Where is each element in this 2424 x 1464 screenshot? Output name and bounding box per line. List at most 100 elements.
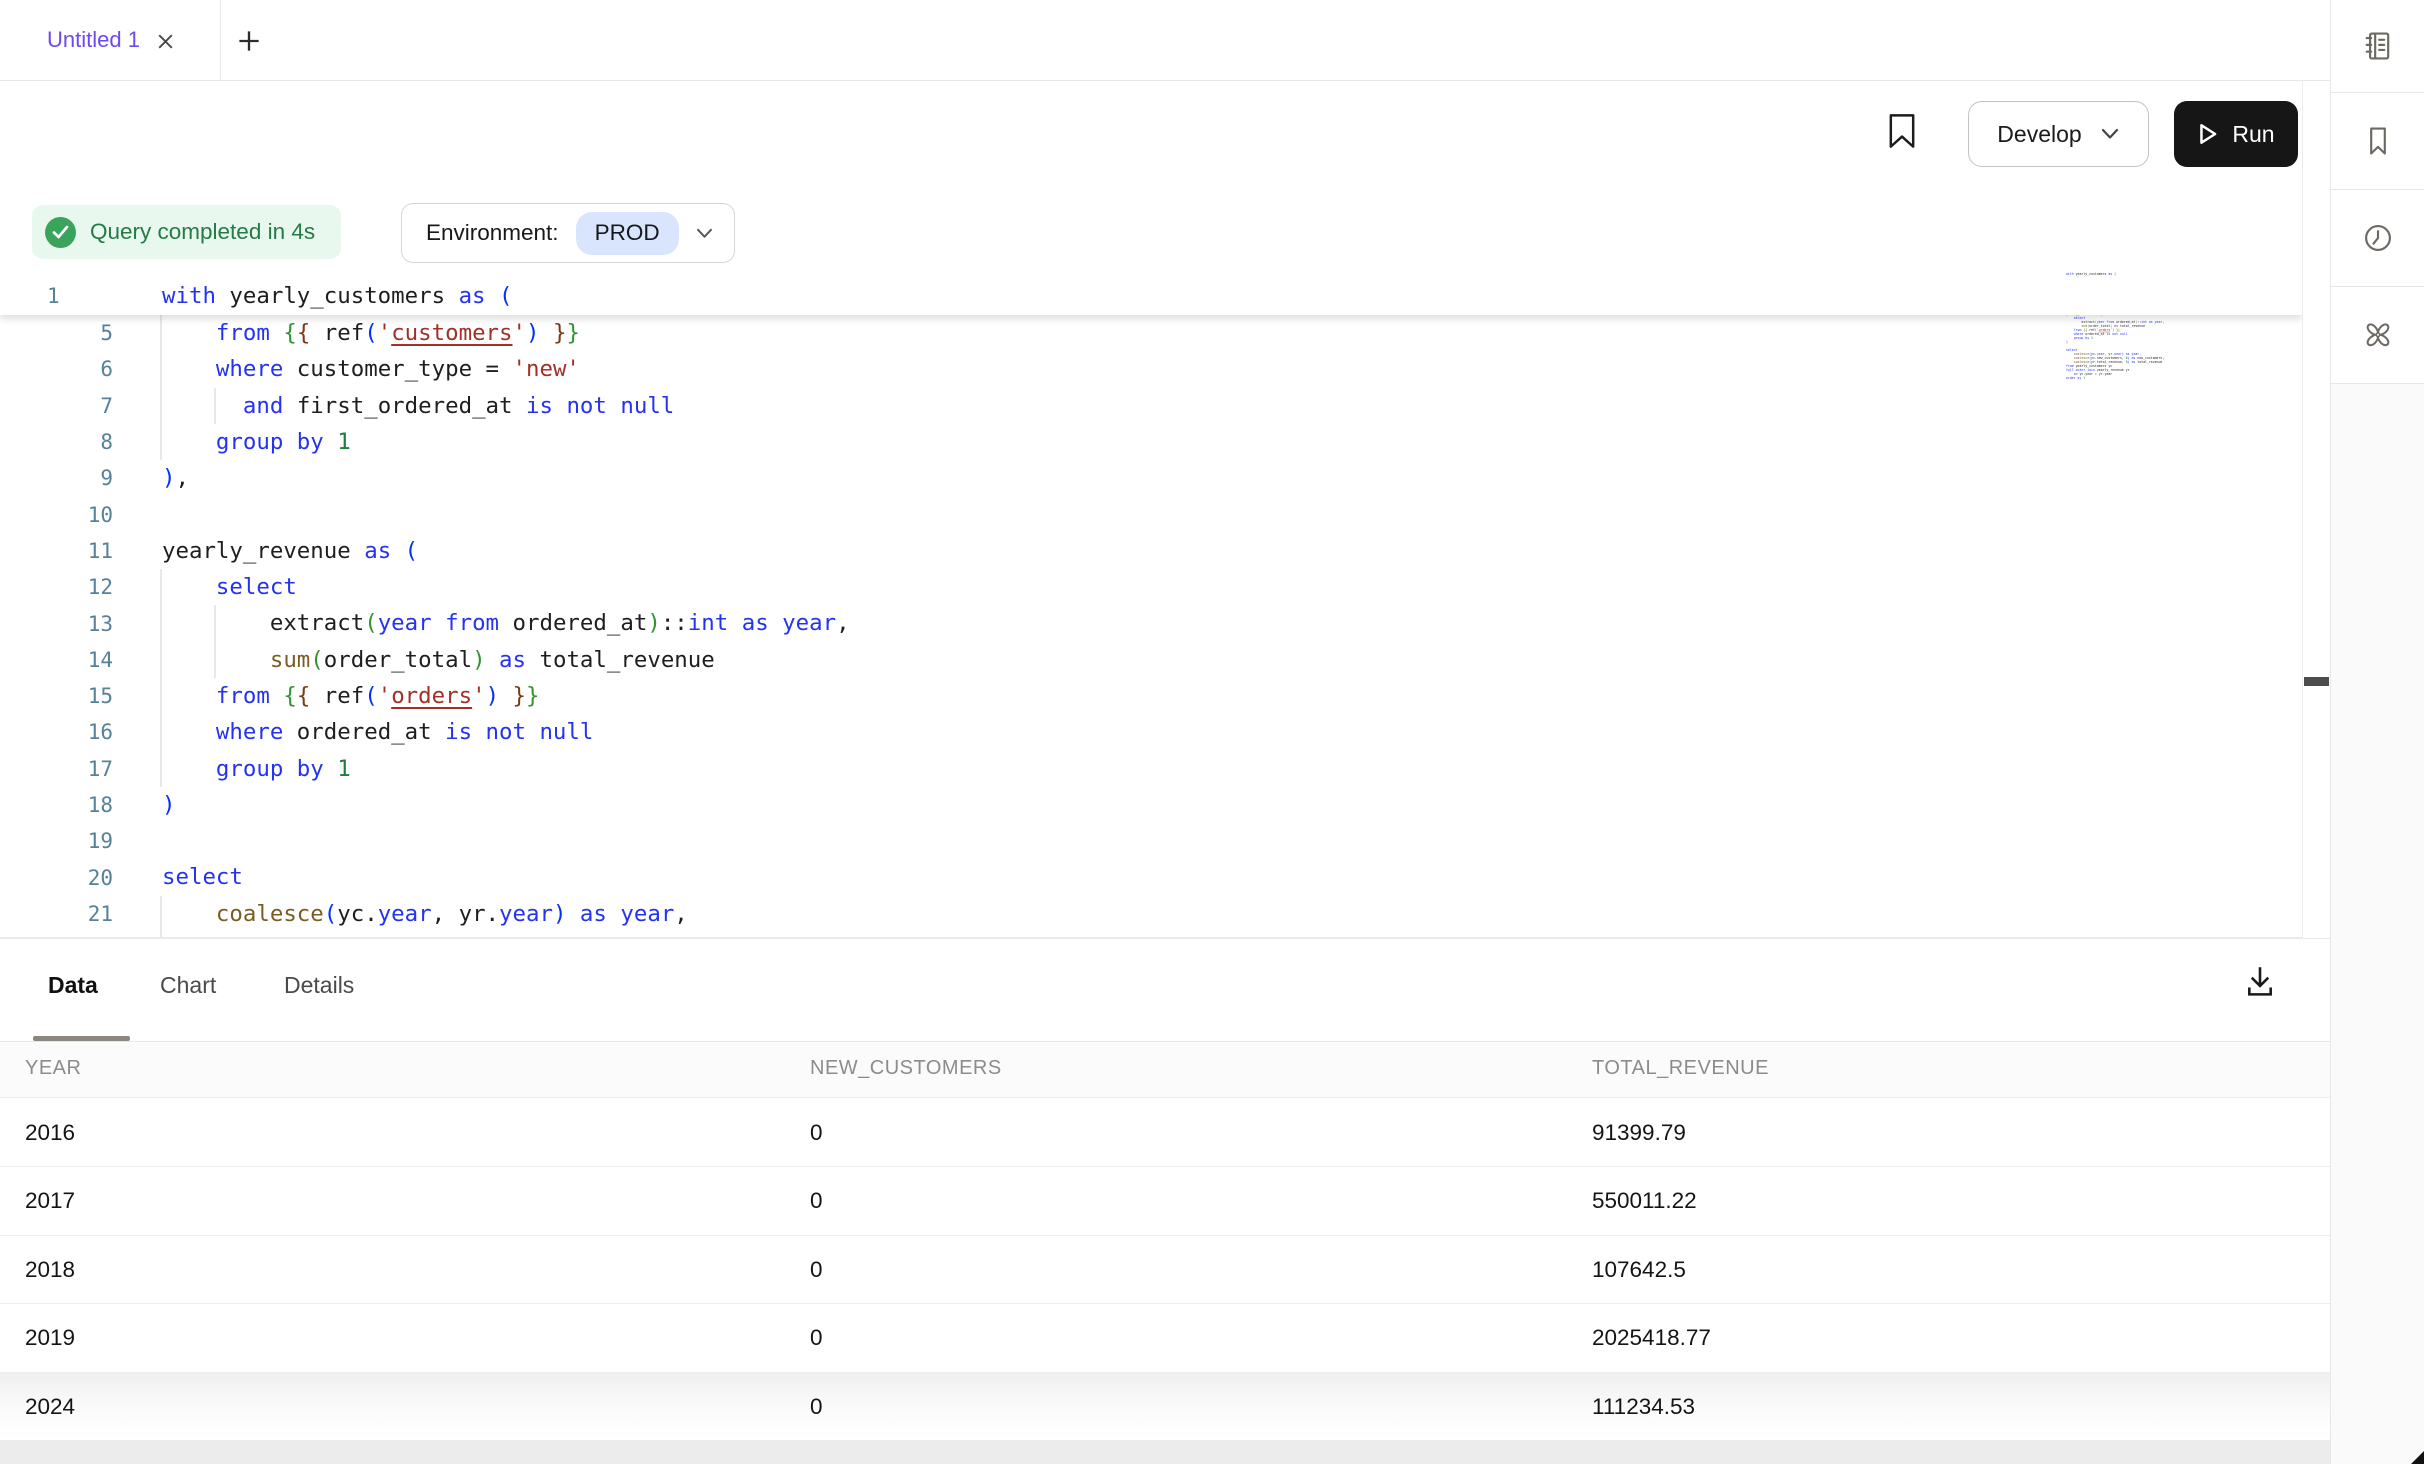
indent-guide [214, 388, 216, 424]
code-text: select [162, 859, 243, 895]
code-text: sum(order_total) as total_revenue [162, 642, 715, 678]
sticky-scroll-line[interactable]: 1with yearly_customers as ( [0, 277, 2302, 315]
line-number: 13 [0, 612, 135, 636]
sidebar-item-bookmarks[interactable] [2331, 93, 2424, 190]
chevron-down-icon [2100, 127, 2120, 141]
code-line[interactable]: 10 [0, 496, 2302, 532]
table-row: 20180107642.5 [0, 1236, 2330, 1305]
line-number: 12 [0, 575, 135, 599]
results-tab-bar: Data Chart Details [0, 948, 2330, 1042]
code-text: yearly_revenue as ( [162, 533, 418, 569]
code-line[interactable]: 16 where ordered_at is not null [0, 714, 2302, 750]
tab-bar: Untitled 1 [0, 0, 2330, 81]
sidebar-item-notebook[interactable] [2331, 0, 2424, 93]
environment-label: Environment: [426, 220, 559, 246]
code-line[interactable]: 5 from {{ ref('customers') }} [0, 315, 2302, 351]
tab-label: Untitled 1 [47, 27, 140, 53]
develop-dropdown[interactable]: Develop [1968, 101, 2149, 167]
minimap-line: order by 1 [2066, 376, 2216, 380]
indent-guide [160, 569, 162, 787]
code-line[interactable]: 21 coalesce(yc.year, yr.year) as year, [0, 896, 2302, 932]
line-number: 14 [0, 648, 135, 672]
table-cell: 550011.22 [1592, 1167, 1697, 1236]
code-line[interactable]: 15 from {{ ref('orders') }} [0, 678, 2302, 714]
line-number: 18 [0, 793, 135, 817]
environment-selector[interactable]: Environment: PROD [401, 203, 735, 263]
code-line[interactable]: 7 and first_ordered_at is not null [0, 388, 2302, 424]
table-cell: 2018 [25, 1236, 75, 1305]
query-status-badge: Query completed in 4s [32, 205, 341, 259]
code-line[interactable]: 20 select [0, 859, 2302, 895]
bookmark-query-button[interactable] [1886, 112, 1920, 152]
line-number: 11 [0, 539, 135, 563]
line-number: 8 [0, 430, 135, 454]
indent-guide [160, 315, 162, 460]
code-line[interactable]: 17 group by 1 [0, 751, 2302, 787]
success-check-icon [45, 217, 76, 248]
table-row: 20170550011.22 [0, 1167, 2330, 1236]
download-results-button[interactable] [2240, 962, 2280, 1002]
line-number: 1 [0, 284, 135, 308]
code-text: extract(year from ordered_at)::int as ye… [162, 605, 850, 641]
indent-guide [160, 896, 162, 938]
develop-label: Develop [1997, 121, 2081, 148]
line-number: 21 [0, 902, 135, 926]
code-line[interactable]: 19 [0, 823, 2302, 859]
code-line[interactable]: 18) [0, 787, 2302, 823]
tab-untitled-1[interactable]: Untitled 1 [0, 0, 221, 80]
table-cell: 0 [810, 1304, 823, 1373]
line-number: 20 [0, 866, 135, 890]
notebook-icon [2361, 29, 2395, 63]
code-text: where customer_type = 'new' [162, 351, 580, 387]
run-button[interactable]: Run [2174, 101, 2298, 167]
tab-details[interactable]: Details [284, 972, 354, 999]
sql-editor[interactable]: 5 from {{ ref('customers') }}6 where cus… [0, 277, 2302, 938]
code-text: where ordered_at is not null [162, 714, 593, 750]
window-resize-corner [2411, 1451, 2424, 1464]
code-lines[interactable]: 5 from {{ ref('customers') }}6 where cus… [0, 315, 2302, 938]
code-line[interactable]: 12 select [0, 569, 2302, 605]
code-line[interactable]: 11 yearly_revenue as ( [0, 533, 2302, 569]
code-text: and first_ordered_at is not null [162, 388, 674, 424]
table-cell: 0 [810, 1373, 823, 1442]
editor-results-divider [0, 937, 2330, 939]
line-number: 7 [0, 394, 135, 418]
line-number: 10 [0, 503, 135, 527]
code-text: group by 1 [162, 424, 351, 460]
table-row: 2016091399.79 [0, 1099, 2330, 1168]
line-number: 19 [0, 829, 135, 853]
code-line[interactable]: 6 where customer_type = 'new' [0, 351, 2302, 387]
code-text: ), [162, 460, 189, 496]
sidebar-item-assistant[interactable] [2331, 287, 2424, 384]
table-cell: 2017 [25, 1167, 75, 1236]
bookmark-icon [2361, 124, 2395, 158]
history-icon [2361, 221, 2395, 255]
table-cell: 2025418.77 [1592, 1304, 1711, 1373]
code-line[interactable]: 8 group by 1 [0, 424, 2302, 460]
tab-chart[interactable]: Chart [160, 972, 216, 999]
editor-scrollbar-track[interactable] [2302, 81, 2331, 938]
new-tab-button[interactable] [233, 25, 265, 57]
table-cell: 0 [810, 1099, 823, 1168]
code-text: select [162, 569, 297, 605]
column-header-total-revenue: TOTAL_REVENUE [1592, 1057, 1769, 1080]
table-cell: 107642.5 [1592, 1236, 1686, 1305]
table-scroll-strip [0, 1441, 2330, 1464]
results-table-body: 2016091399.7920170550011.2220180107642.5… [0, 1099, 2330, 1442]
tab-close-icon[interactable] [153, 29, 177, 53]
code-line[interactable]: 13 extract(year from ordered_at)::int as… [0, 605, 2302, 641]
code-line[interactable]: 14 sum(order_total) as total_revenue [0, 642, 2302, 678]
table-cell: 2016 [25, 1099, 75, 1168]
sidebar-item-history[interactable] [2331, 190, 2424, 287]
line-number: 5 [0, 321, 135, 345]
tab-data[interactable]: Data [48, 972, 98, 999]
column-header-new-customers: NEW_CUSTOMERS [810, 1057, 1002, 1080]
table-cell: 2019 [25, 1304, 75, 1373]
table-cell: 111234.53 [1592, 1373, 1695, 1442]
line-number: 6 [0, 357, 135, 381]
scrollbar-thumb[interactable] [2304, 677, 2329, 686]
environment-value-badge: PROD [576, 212, 679, 255]
code-line[interactable]: 9), [0, 460, 2302, 496]
sidebar-empty-area [2331, 384, 2424, 1464]
results-table-header: YEAR NEW_CUSTOMERS TOTAL_REVENUE [0, 1043, 2330, 1098]
